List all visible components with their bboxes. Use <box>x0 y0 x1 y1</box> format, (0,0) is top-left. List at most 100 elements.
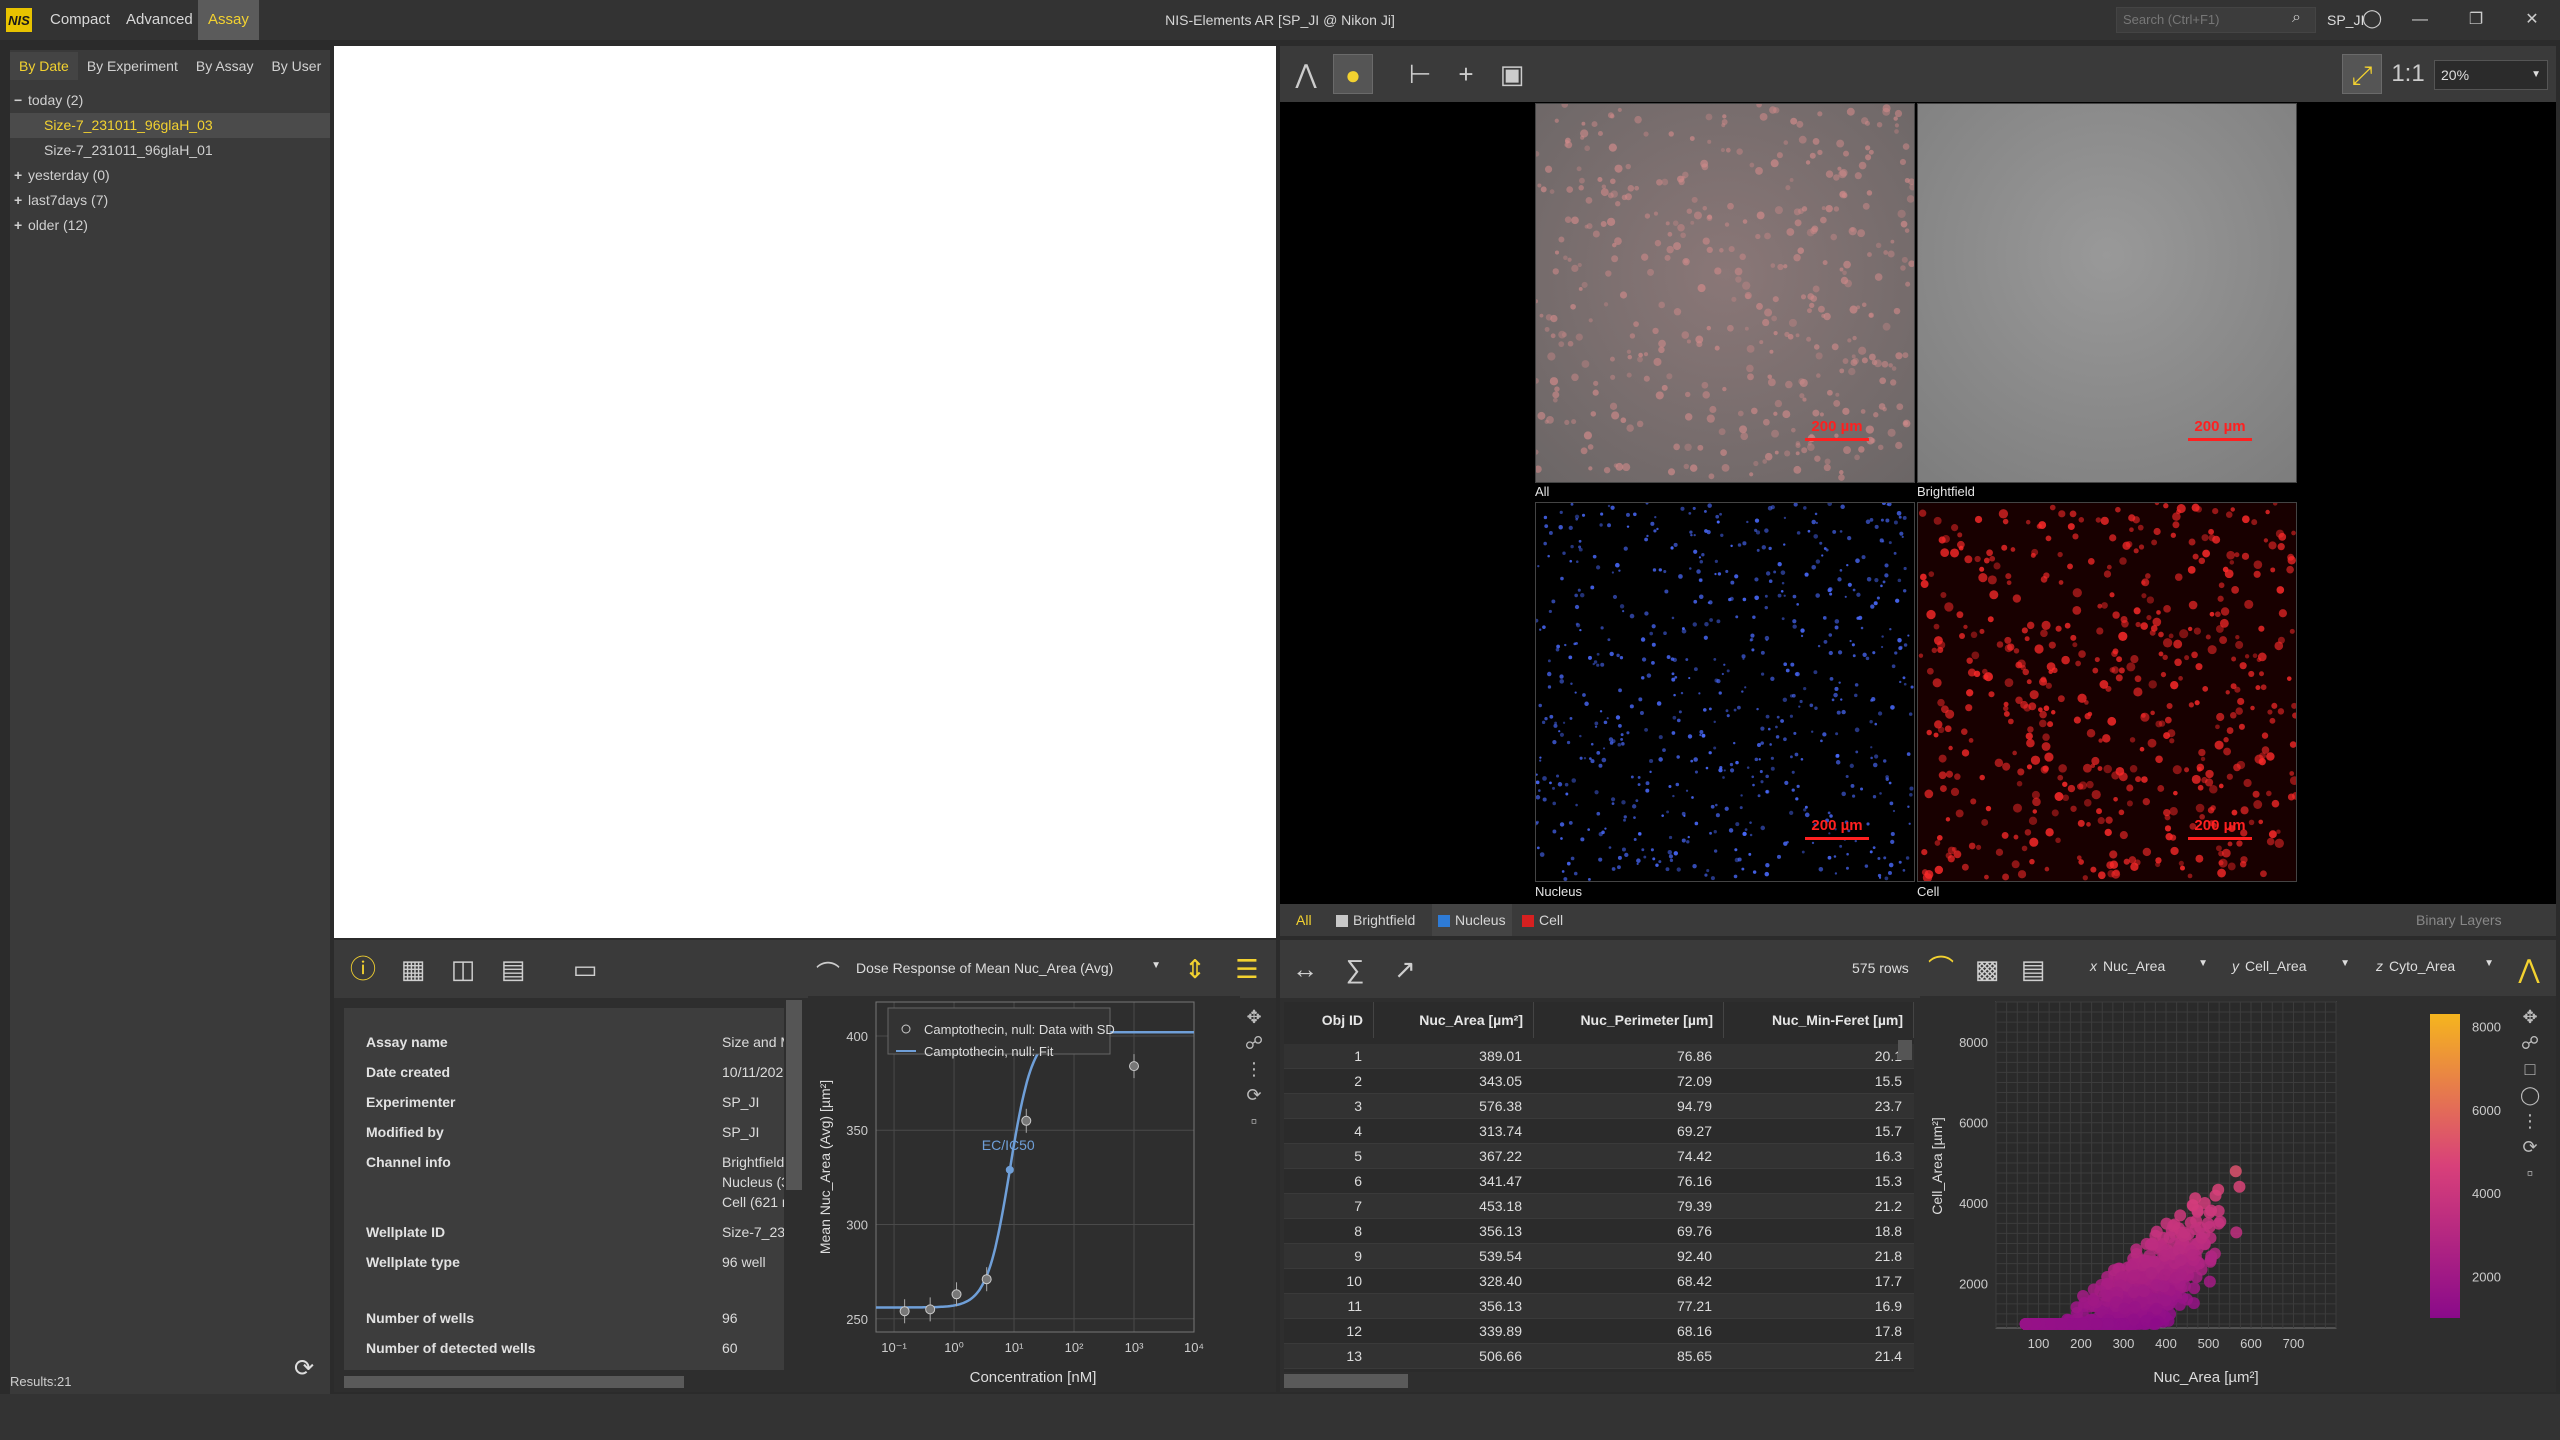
info-icon[interactable]: ⓘ <box>344 950 382 988</box>
tab-by-assay[interactable]: By Assay <box>187 52 263 80</box>
table-row[interactable]: 1 389.01 76.86 20.1 <box>1284 1044 1914 1069</box>
select-icon[interactable]: ⋮ <box>1244 1056 1264 1082</box>
tree-node-today[interactable]: − today (2) <box>14 88 330 113</box>
table-row[interactable]: 9 539.54 92.40 21.8 <box>1284 1244 1914 1269</box>
data-point[interactable] <box>899 1306 910 1317</box>
table-row[interactable]: 8 356.13 69.76 18.8 <box>1284 1219 1914 1244</box>
binary-layers-toggle[interactable]: Binary Layers <box>2410 904 2508 936</box>
table-row[interactable]: 11 356.13 77.21 16.9 <box>1284 1294 1914 1319</box>
rotate-icon[interactable]: ⟳ <box>2520 1134 2540 1160</box>
channel-all[interactable]: All <box>1290 904 1318 936</box>
column-header[interactable]: Nuc_Perimeter [µm] <box>1534 1002 1724 1038</box>
error-bars-icon[interactable]: ⇕ <box>1176 950 1214 988</box>
menu-compact[interactable]: Compact <box>40 0 120 40</box>
refresh-icon[interactable]: ⟳ <box>294 1354 314 1383</box>
tab-by-experiment[interactable]: By Experiment <box>78 52 187 80</box>
data-point[interactable] <box>925 1304 936 1315</box>
channel-cell[interactable]: Cell <box>1516 904 1569 936</box>
lut-icon[interactable]: ⋀ <box>1286 54 1326 94</box>
expand-columns-icon[interactable]: ↔ <box>1286 950 1324 988</box>
close-button[interactable]: ✕ <box>2504 0 2560 40</box>
clipboard-icon[interactable]: ▭ <box>566 950 604 988</box>
plate-view-area[interactable] <box>334 46 1276 938</box>
table-row[interactable]: 3 576.38 94.79 23.7 <box>1284 1094 1914 1119</box>
report-icon[interactable]: ▤ <box>494 950 532 988</box>
legend-icon[interactable]: ☰ <box>1228 950 1266 988</box>
lasso-icon[interactable]: ☍ <box>1244 1030 1264 1056</box>
table-row[interactable]: 13 506.66 85.65 21.4 <box>1284 1344 1914 1369</box>
table-cell: 76.86 <box>1676 1048 1712 1064</box>
table-icon[interactable]: ▦ <box>394 950 432 988</box>
z-axis-select[interactable]: z Cyto_Area ▼ <box>2376 958 2494 974</box>
table-vscrollbar[interactable] <box>1898 1040 1912 1060</box>
tree-node-yesterday[interactable]: + yesterday (0) <box>14 163 330 188</box>
column-header[interactable]: Obj ID <box>1284 1002 1374 1038</box>
table-hscrollbar[interactable] <box>1284 1374 1408 1388</box>
objects-table[interactable]: Obj ID Nuc_Area [µm²] Nuc_Perimeter [µm] Nu… <box>1284 1002 1914 1372</box>
rotate-icon[interactable]: ⟳ <box>1244 1082 1264 1108</box>
tree-node-older[interactable]: + older (12) <box>14 213 330 238</box>
expand-icon[interactable]: + <box>14 213 28 238</box>
column-header[interactable]: Nuc_Min-Feret [µm] <box>1724 1002 1914 1038</box>
table-row[interactable]: 6 341.47 76.16 15.3 <box>1284 1169 1914 1194</box>
scatter-plot-icon[interactable]: ⌒ <box>1922 950 1960 988</box>
fit-screen-icon[interactable]: ⤢ <box>2342 54 2382 94</box>
tab-by-user[interactable]: By User <box>262 52 330 80</box>
tree-item-result[interactable]: Size-7_231011_96glaH_01 <box>10 138 330 163</box>
data-point[interactable] <box>951 1289 962 1300</box>
tree-item-result[interactable]: Size-7_231011_96glaH_03 <box>10 113 330 138</box>
histogram-icon[interactable]: ▩ <box>1968 950 2006 988</box>
select-icon[interactable]: ⋮ <box>2520 1108 2540 1134</box>
x-axis-select[interactable]: x Nuc_Area ▼ <box>2090 958 2208 974</box>
sum-icon[interactable]: ∑ <box>1336 950 1374 988</box>
crosshair-icon[interactable]: + <box>1446 54 1486 94</box>
table-row[interactable]: 4 313.74 69.27 15.7 <box>1284 1119 1914 1144</box>
search-input[interactable]: Search (Ctrl+F1) <box>2116 7 2316 33</box>
layout-icon[interactable]: ◫ <box>444 950 482 988</box>
data-point[interactable] <box>1129 1061 1140 1072</box>
tree-node-last7days[interactable]: + last7days (7) <box>14 188 330 213</box>
user-icon[interactable]: ◯ <box>2362 8 2382 29</box>
table-row[interactable]: 2 343.05 72.09 15.5 <box>1284 1069 1914 1094</box>
restore-button[interactable]: ❐ <box>2448 0 2504 40</box>
table-row[interactable]: 10 328.40 68.42 17.7 <box>1284 1269 1914 1294</box>
info-hscrollbar[interactable] <box>344 1376 684 1388</box>
info-scrollbar[interactable] <box>786 1000 802 1190</box>
zoom-select[interactable]: 20% ▼ <box>2434 60 2548 90</box>
minimize-button[interactable]: — <box>2392 0 2448 40</box>
export-icon[interactable]: ↗ <box>1386 950 1424 988</box>
scatter-chart[interactable]: 100 200 300 400 500 600 7002000400060008000 Nu… <box>1920 996 2556 1390</box>
search-icon[interactable]: ⌕ <box>2292 9 2301 27</box>
channels-icon[interactable]: ● <box>1333 54 1373 94</box>
rect-select-icon[interactable]: □ <box>2520 1056 2540 1082</box>
dose-response-chart[interactable]: 25030035040010⁻¹ 10⁰ 10¹ 10² 10³ 10⁴ EC/IC50 … <box>808 996 1240 1390</box>
cell-blob <box>2268 541 2277 550</box>
table-row[interactable]: 5 367.22 74.42 16.3 <box>1284 1144 1914 1169</box>
menu-advanced[interactable]: Advanced <box>116 0 203 40</box>
bar-chart-icon[interactable]: ▤ <box>2014 950 2052 988</box>
chart-type-select[interactable]: Dose Response of Mean Nuc_Area (Avg) ▼ <box>856 960 1161 976</box>
one-to-one-button[interactable]: 1:1 <box>2388 54 2428 94</box>
pan-icon[interactable]: ✥ <box>2520 1004 2540 1030</box>
comment-icon[interactable]: ▫ <box>1244 1108 1264 1134</box>
pan-icon[interactable]: ✥ <box>1244 1004 1264 1030</box>
data-point[interactable] <box>981 1274 992 1285</box>
overlay-icon[interactable]: ▣ <box>1492 54 1532 94</box>
table-row[interactable]: 7 453.18 79.39 21.2 <box>1284 1194 1914 1219</box>
tab-by-date[interactable]: By Date <box>10 52 78 80</box>
comment-icon[interactable]: ▫ <box>2520 1160 2540 1186</box>
channel-nucleus[interactable]: Nucleus <box>1432 904 1512 936</box>
measure-icon[interactable]: ⊢ <box>1400 54 1440 94</box>
expand-icon[interactable]: + <box>14 163 28 188</box>
column-header[interactable]: Nuc_Area [µm²] <box>1374 1002 1534 1038</box>
expand-icon[interactable]: + <box>14 188 28 213</box>
collapse-icon[interactable]: − <box>14 88 28 113</box>
fit-icon[interactable]: ⋀ <box>2510 950 2548 988</box>
y-axis-select[interactable]: y Cell_Area ▼ <box>2232 958 2350 974</box>
ellipse-select-icon[interactable]: ◯ <box>2520 1082 2540 1108</box>
channel-brightfield[interactable]: Brightfield <box>1330 904 1421 936</box>
data-point[interactable] <box>1021 1115 1032 1126</box>
lasso-icon[interactable]: ☍ <box>2520 1030 2540 1056</box>
table-row[interactable]: 12 339.89 68.16 17.8 <box>1284 1319 1914 1344</box>
menu-assay[interactable]: Assay <box>198 0 259 40</box>
